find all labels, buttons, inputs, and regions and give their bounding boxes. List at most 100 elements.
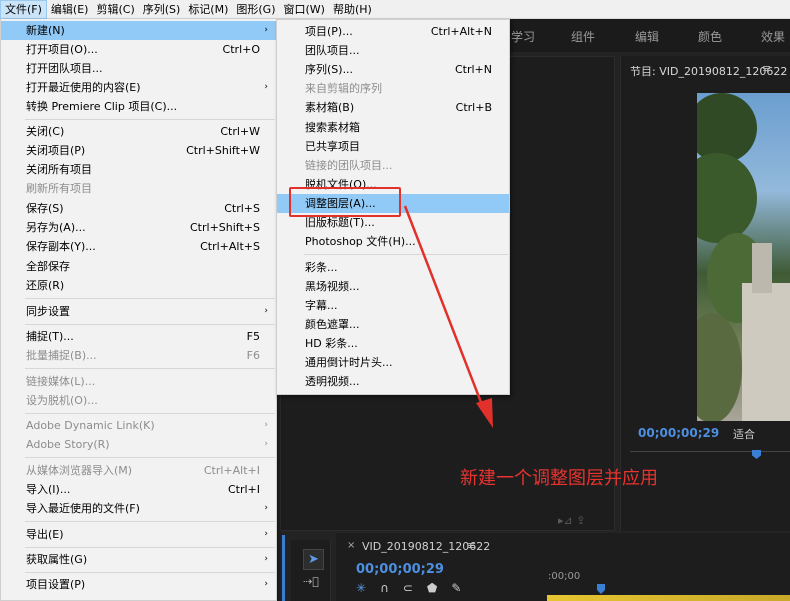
submenu-item-color-matte[interactable]: 颜色遮罩...	[277, 315, 509, 334]
file-menu-dropdown: 新建(N) › 打开项目(O)... Ctrl+O 打开团队项目... 打开最近使用…	[0, 19, 277, 601]
tab-assembly[interactable]: 组件	[571, 28, 595, 45]
timeline-ruler[interactable]: :00;00	[548, 571, 580, 582]
menu-item-save-as[interactable]: 另存为(A)... Ctrl+Shift+S	[1, 218, 276, 237]
menu-item-batch-capture: 批量捕捉(B)... F6	[26, 349, 260, 362]
menu-separator	[25, 457, 275, 458]
panel-focus-edge	[282, 535, 285, 601]
menu-item-open-project[interactable]: 打开项目(O)... Ctrl+O	[1, 40, 276, 59]
menu-separator	[25, 298, 275, 299]
submenu-item-shared-project[interactable]: 已共享项目	[277, 137, 509, 156]
selection-tool-icon[interactable]: ➤	[303, 549, 324, 570]
menu-item-close-project[interactable]: 关闭项目(P) Ctrl+Shift+W	[1, 141, 276, 160]
submenu-item-countdown-leader[interactable]: 通用倒计时片头...	[277, 353, 509, 372]
menu-edit[interactable]: 编辑(E)	[47, 0, 93, 19]
submenu-item-bars-tone[interactable]: 彩条...	[277, 258, 509, 277]
menu-help[interactable]: 帮助(H)	[329, 0, 376, 19]
tab-learning[interactable]: 学习	[511, 28, 535, 45]
submenu-item-transparent-video[interactable]: 透明视频...	[277, 372, 509, 391]
submenu-item-captions[interactable]: 字幕...	[277, 296, 509, 315]
timeline-clip[interactable]	[547, 595, 790, 601]
submenu-item-project[interactable]: 项目(P)... Ctrl+Alt+N	[277, 22, 509, 41]
annotation-text: 新建一个调整图层并应用	[460, 468, 658, 489]
menu-item-sync-settings[interactable]: 同步设置 ›	[1, 302, 276, 321]
chevron-right-icon: ›	[264, 439, 268, 449]
chevron-right-icon: ›	[264, 82, 268, 92]
panel-menu-icon[interactable]: ≡	[467, 539, 476, 552]
menu-item-save[interactable]: 保存(S) Ctrl+S	[1, 199, 276, 218]
snap-icon[interactable]: ∩	[380, 581, 389, 595]
chevron-right-icon: ›	[264, 579, 268, 589]
tab-effects[interactable]: 效果	[761, 28, 785, 45]
menu-item-import[interactable]: 导入(I)... Ctrl+I	[1, 480, 276, 499]
menu-item-close-all[interactable]: 关闭所有项目	[1, 160, 276, 179]
annotation-highlight-box	[289, 187, 401, 217]
program-timecode[interactable]: 00;00;00;29	[638, 426, 719, 440]
nest-icon[interactable]: ✳	[356, 581, 366, 595]
submenu-item-hd-bars[interactable]: HD 彩条...	[277, 334, 509, 353]
timeline-tools: ✳ ∩ ⊂ ⬟ ✎	[356, 581, 461, 595]
menu-item-convert-clip[interactable]: 转换 Premiere Clip 项目(C)...	[1, 97, 276, 116]
program-video-frame	[697, 93, 790, 421]
submenu-item-photoshop-file[interactable]: Photoshop 文件(H)...	[277, 232, 509, 251]
submenu-item-bin[interactable]: 素材箱(B) Ctrl+B	[277, 98, 509, 117]
program-scrub-bar[interactable]	[630, 451, 790, 459]
menu-item-open-recent[interactable]: 打开最近使用的内容(E) ›	[1, 78, 276, 97]
menu-item-adobe-story: Adobe Story(R) ›	[1, 435, 276, 454]
menu-item-capture[interactable]: 捕捉(T)... F5	[1, 327, 276, 346]
linked-selection-icon[interactable]: ⊂	[403, 581, 413, 595]
menu-sequence[interactable]: 序列(S)	[139, 0, 185, 19]
menu-item-new[interactable]: 新建(N) ›	[1, 21, 276, 40]
menu-item-dynamic-link: Adobe Dynamic Link(K) ›	[1, 416, 276, 435]
menu-item-get-properties[interactable]: 获取属性(G) ›	[1, 550, 276, 569]
submenu-item-team-project[interactable]: 团队项目...	[277, 41, 509, 60]
menu-item-project-settings[interactable]: 项目设置(P) ›	[1, 575, 276, 594]
chevron-right-icon: ›	[264, 503, 268, 513]
menu-item-import-media-browser: 从媒体浏览器导入(M) Ctrl+Alt+I	[26, 464, 260, 477]
menu-separator	[25, 547, 275, 548]
menu-clip[interactable]: 剪辑(C)	[92, 0, 138, 19]
submenu-item-sequence[interactable]: 序列(S)... Ctrl+N	[277, 60, 509, 79]
chevron-right-icon: ›	[264, 529, 268, 539]
menu-item-make-offline: 设为脱机(O)...	[26, 394, 98, 407]
submenu-item-sequence-from-clip: 来自剪辑的序列	[305, 82, 382, 95]
zoom-fit-select[interactable]: 适合	[733, 426, 755, 442]
tab-color[interactable]: 颜色	[698, 28, 722, 45]
menu-item-export[interactable]: 导出(E) ›	[1, 525, 276, 544]
menu-separator	[25, 368, 275, 369]
menu-separator	[25, 521, 275, 522]
submenu-item-linked-team-project: 链接的团队项目...	[305, 159, 393, 172]
menu-markers[interactable]: 标记(M)	[184, 0, 232, 19]
menu-item-revert[interactable]: 还原(R)	[1, 276, 276, 295]
workspace-tabs: 学习 组件 编辑 颜色 效果	[505, 19, 790, 52]
menu-item-import-recent[interactable]: 导入最近使用的文件(F) ›	[1, 499, 276, 518]
menu-item-save-copy[interactable]: 保存副本(Y)... Ctrl+Alt+S	[1, 237, 276, 256]
submenu-item-search-bin[interactable]: 搜索素材箱	[277, 118, 509, 137]
menu-item-link-media: 链接媒体(L)...	[26, 375, 96, 388]
menu-separator	[25, 119, 275, 120]
menu-item-close[interactable]: 关闭(C) Ctrl+W	[1, 122, 276, 141]
track-select-tool-icon[interactable]: ⇢⃞	[303, 575, 319, 588]
menu-separator	[304, 254, 508, 255]
panel-menu-icon[interactable]: ≡	[762, 62, 771, 75]
close-icon[interactable]: ×	[347, 540, 355, 551]
tab-editing[interactable]: 编辑	[635, 28, 659, 45]
chevron-right-icon: ›	[264, 306, 268, 316]
chevron-right-icon: ›	[264, 25, 268, 35]
menu-graphics[interactable]: 图形(G)	[232, 0, 279, 19]
menu-separator	[25, 572, 275, 573]
export-frame-icon[interactable]: ▸⊿ ⇪	[558, 514, 585, 527]
menu-separator	[25, 413, 275, 414]
menu-bar: 文件(F) 编辑(E) 剪辑(C) 序列(S) 标记(M) 图形(G) 窗口(W…	[0, 0, 790, 19]
marker-icon[interactable]: ⬟	[427, 581, 437, 595]
menu-separator	[25, 324, 275, 325]
menu-window[interactable]: 窗口(W)	[280, 0, 329, 19]
menu-file[interactable]: 文件(F)	[0, 0, 47, 19]
menu-item-refresh-all: 刷新所有项目	[26, 182, 92, 195]
submenu-item-black-video[interactable]: 黑场视频...	[277, 277, 509, 296]
menu-item-open-team-project[interactable]: 打开团队项目...	[1, 59, 276, 78]
timeline-timecode[interactable]: 00;00;00;29	[356, 562, 444, 577]
chevron-right-icon: ›	[264, 420, 268, 430]
chevron-right-icon: ›	[264, 554, 268, 564]
wrench-icon[interactable]: ✎	[451, 581, 461, 595]
menu-item-save-all[interactable]: 全部保存	[1, 257, 276, 276]
